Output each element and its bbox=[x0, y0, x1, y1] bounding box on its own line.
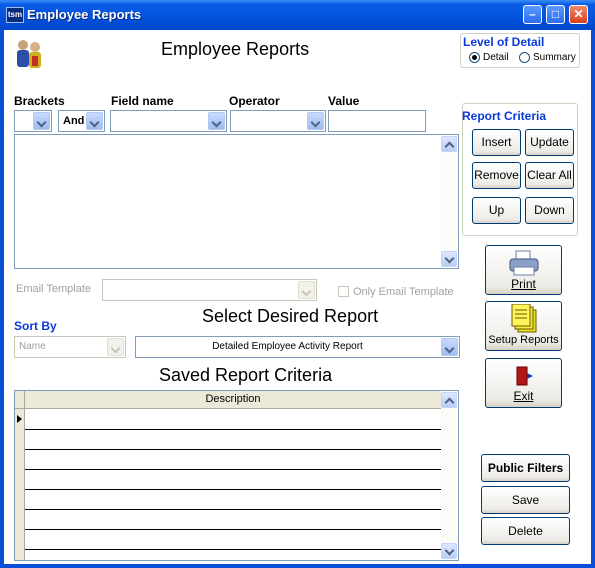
report-value: Detailed Employee Activity Report bbox=[212, 341, 363, 352]
sort-by-combo[interactable]: Name bbox=[14, 336, 126, 358]
saved-criteria-heading: Saved Report Criteria bbox=[159, 365, 333, 385]
and-or-value: And bbox=[63, 115, 85, 127]
grid-corner bbox=[15, 391, 25, 409]
dropdown-arrow-icon[interactable] bbox=[208, 112, 225, 130]
dropdown-arrow-icon[interactable] bbox=[307, 112, 324, 130]
print-label: Print bbox=[511, 277, 536, 291]
scroll-up-icon[interactable] bbox=[441, 392, 457, 408]
scroll-down-icon[interactable] bbox=[441, 543, 457, 559]
print-button[interactable]: Print bbox=[485, 245, 562, 295]
minimize-button[interactable]: – bbox=[523, 5, 542, 24]
operator-label: Operator bbox=[229, 94, 280, 108]
close-button[interactable]: ✕ bbox=[569, 5, 588, 24]
report-combo[interactable]: Detailed Employee Activity Report bbox=[135, 336, 460, 358]
save-button[interactable]: Save bbox=[481, 486, 570, 514]
email-template-combo[interactable] bbox=[102, 279, 317, 301]
clear-all-button[interactable]: Clear All bbox=[525, 162, 574, 189]
grid-scrollbar[interactable] bbox=[441, 392, 457, 559]
table-row[interactable] bbox=[25, 529, 441, 530]
table-row[interactable] bbox=[25, 549, 441, 550]
detail-radio[interactable] bbox=[469, 52, 480, 63]
sort-by-value: Name bbox=[19, 341, 46, 352]
public-filters-button[interactable]: Public Filters bbox=[481, 454, 570, 482]
table-row[interactable] bbox=[25, 509, 441, 510]
exit-door-icon bbox=[516, 366, 533, 386]
title-bar[interactable]: tsm Employee Reports – □ ✕ bbox=[0, 0, 595, 30]
summary-radio[interactable] bbox=[519, 52, 530, 63]
description-column-header[interactable]: Description bbox=[25, 391, 441, 409]
field-name-label: Field name bbox=[111, 94, 174, 108]
employees-icon bbox=[17, 40, 41, 68]
printer-icon bbox=[509, 250, 538, 276]
setup-reports-button[interactable]: Setup Reports bbox=[485, 301, 562, 351]
value-label: Value bbox=[328, 94, 360, 108]
and-or-combo[interactable]: And bbox=[58, 110, 105, 132]
dropdown-arrow-icon[interactable] bbox=[33, 112, 50, 130]
delete-button[interactable]: Delete bbox=[481, 517, 570, 545]
saved-criteria-grid[interactable]: Description bbox=[14, 390, 459, 561]
select-report-heading: Select Desired Report bbox=[202, 306, 379, 326]
update-button[interactable]: Update bbox=[525, 129, 574, 156]
down-button[interactable]: Down bbox=[525, 197, 574, 224]
brackets-combo[interactable] bbox=[14, 110, 52, 132]
reports-stack-icon bbox=[511, 304, 536, 333]
table-row[interactable] bbox=[25, 489, 441, 490]
scroll-down-icon[interactable] bbox=[441, 251, 457, 267]
dropdown-arrow-icon[interactable] bbox=[86, 112, 103, 130]
scroll-up-icon[interactable] bbox=[441, 136, 457, 152]
field-name-combo[interactable] bbox=[110, 110, 227, 132]
value-input[interactable] bbox=[328, 110, 426, 132]
table-row[interactable] bbox=[25, 469, 441, 470]
criteria-scrollbar[interactable] bbox=[441, 136, 457, 267]
dropdown-arrow-icon[interactable] bbox=[441, 338, 458, 356]
operator-combo[interactable] bbox=[230, 110, 326, 132]
report-criteria-label: Report Criteria bbox=[462, 109, 547, 123]
row-header-column bbox=[15, 409, 25, 560]
maximize-button[interactable]: □ bbox=[546, 5, 565, 24]
client-area: Employee Reports Level of Detail Detail … bbox=[4, 30, 591, 564]
dropdown-arrow-icon[interactable] bbox=[107, 338, 124, 356]
exit-label: Exit bbox=[513, 389, 534, 403]
exit-button[interactable]: Exit bbox=[485, 358, 562, 408]
insert-button[interactable]: Insert bbox=[472, 129, 521, 156]
level-of-detail-label: Level of Detail bbox=[463, 35, 545, 49]
detail-radio-label: Detail bbox=[483, 52, 509, 63]
criteria-list[interactable] bbox=[14, 134, 459, 269]
only-email-template-checkbox[interactable] bbox=[338, 286, 349, 297]
sort-by-label: Sort By bbox=[14, 319, 57, 333]
app-icon: tsm bbox=[6, 7, 24, 23]
setup-reports-label: Setup Reports bbox=[488, 334, 559, 346]
email-template-label: Email Template bbox=[16, 283, 91, 295]
window-title: Employee Reports bbox=[27, 7, 142, 22]
remove-button[interactable]: Remove bbox=[472, 162, 521, 189]
page-title: Employee Reports bbox=[161, 39, 310, 59]
only-email-template-label: Only Email Template bbox=[353, 286, 454, 298]
dropdown-arrow-icon[interactable] bbox=[298, 281, 315, 299]
summary-radio-label: Summary bbox=[533, 52, 576, 63]
app-window: tsm Employee Reports – □ ✕ Employee Repo… bbox=[0, 0, 595, 568]
brackets-label: Brackets bbox=[14, 94, 65, 108]
up-button[interactable]: Up bbox=[472, 197, 521, 224]
current-row-indicator-icon bbox=[17, 415, 22, 423]
table-row[interactable] bbox=[25, 429, 441, 430]
table-row[interactable] bbox=[25, 449, 441, 450]
